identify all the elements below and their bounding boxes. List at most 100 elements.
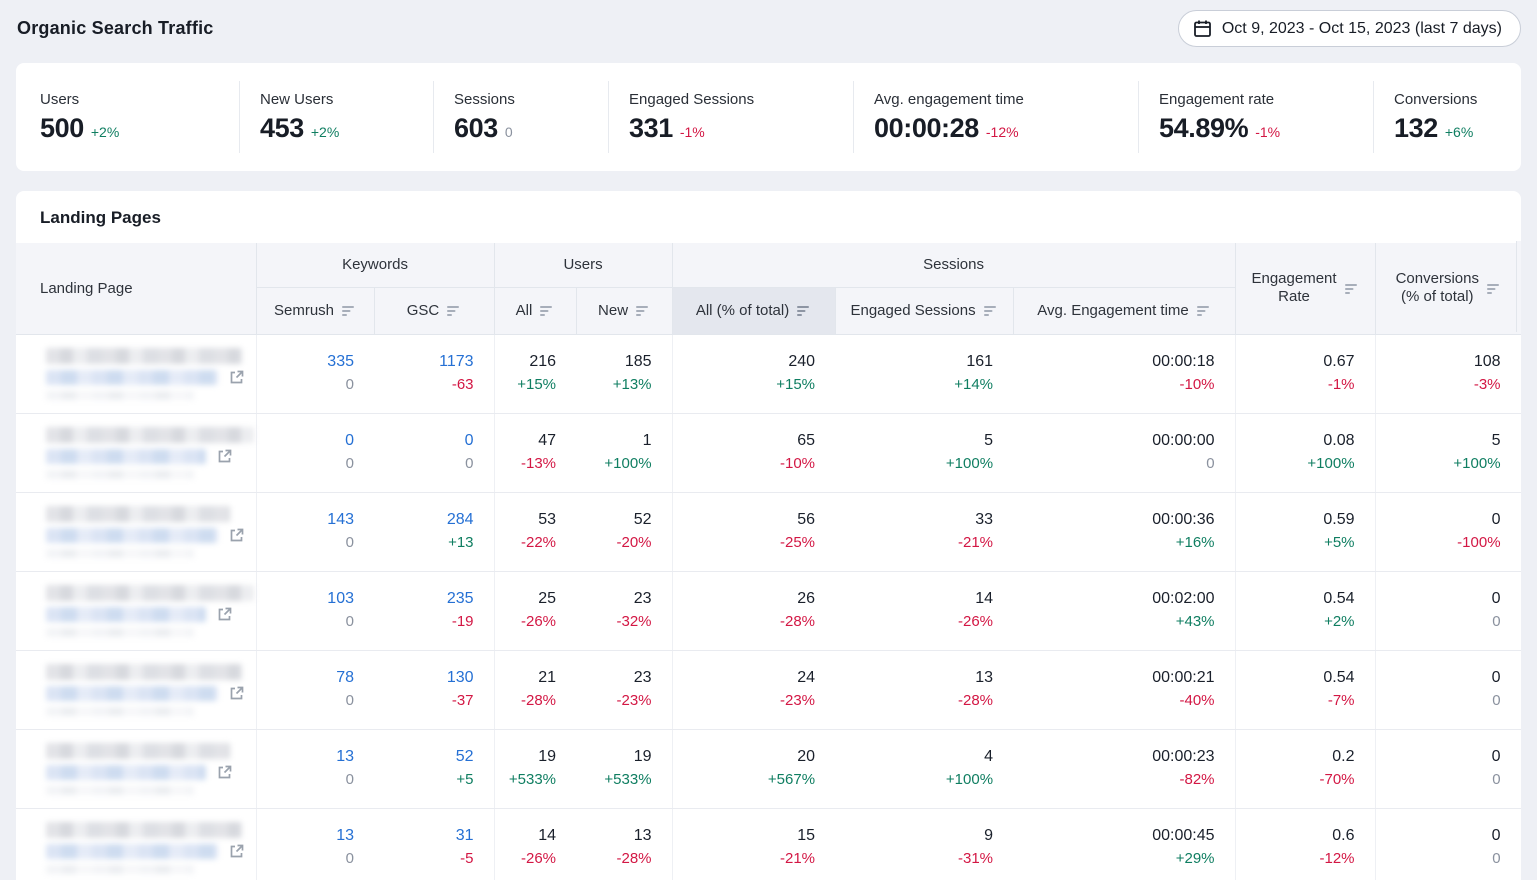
external-link-icon[interactable] (228, 843, 245, 860)
cell-engaged: 13-28% (835, 650, 1013, 729)
cell-value[interactable]: 143 (257, 510, 355, 530)
cell-delta: -63 (374, 375, 474, 395)
cell-value[interactable]: 78 (257, 668, 355, 688)
cell-conversions: 00 (1375, 729, 1521, 808)
cell-semrush[interactable]: 780 (256, 650, 374, 729)
cell-delta: 0 (1376, 612, 1501, 632)
cell-semrush[interactable]: 130 (256, 808, 374, 880)
cell-sessions_all: 240+15% (672, 334, 835, 413)
cell-gsc[interactable]: 284+13 (374, 492, 494, 571)
cell-value[interactable]: 31 (374, 826, 474, 846)
cell-gsc[interactable]: 1173 -63 (374, 334, 494, 413)
blurred-page-url-link[interactable] (46, 607, 206, 622)
col-header-sessions-all[interactable]: All (% of total) (672, 287, 835, 334)
cell-avg_time: 00:00:18-10% (1013, 334, 1235, 413)
sort-icon (1345, 283, 1359, 295)
cell-gsc[interactable]: 235-19 (374, 571, 494, 650)
cell-gsc[interactable]: 31-5 (374, 808, 494, 880)
blurred-page-url-link[interactable] (46, 449, 206, 464)
cell-value: 0 (1376, 589, 1501, 609)
group-header-sessions: Sessions (672, 243, 1235, 287)
cell-delta: -31% (835, 849, 993, 869)
cell-semrush[interactable]: 1430 (256, 492, 374, 571)
kpi-label: Engaged Sessions (629, 91, 853, 108)
cell-delta: 0 (257, 770, 355, 790)
cell-value: 24 (673, 668, 816, 688)
calendar-icon (1193, 19, 1212, 38)
external-link-icon[interactable] (228, 527, 245, 544)
cell-delta: +13 (374, 533, 474, 553)
external-link-icon[interactable] (216, 448, 233, 465)
cell-value[interactable]: 130 (374, 668, 474, 688)
group-header-keywords: Keywords (256, 243, 494, 287)
cell-semrush[interactable]: 00 (256, 413, 374, 492)
cell-delta: -20% (576, 533, 652, 553)
cell-delta: -23% (576, 691, 652, 711)
cell-semrush[interactable]: 3350 (256, 334, 374, 413)
col-header-gsc[interactable]: GSC (374, 287, 494, 334)
date-range-button[interactable]: Oct 9, 2023 - Oct 15, 2023 (last 7 days) (1178, 10, 1521, 47)
cell-value[interactable]: 0 (374, 431, 474, 451)
cell-gsc[interactable]: 52+5 (374, 729, 494, 808)
cell-value: 23 (576, 589, 652, 609)
external-link-icon[interactable] (216, 606, 233, 623)
external-link-icon[interactable] (216, 764, 233, 781)
cell-avg_time: 00:00:000 (1013, 413, 1235, 492)
col-header-engaged-sessions[interactable]: Engaged Sessions (835, 287, 1013, 334)
cell-delta: +2% (1236, 612, 1355, 632)
blurred-page-url-link[interactable] (46, 686, 218, 701)
cell-eng_rate: 0.54-7% (1235, 650, 1375, 729)
cell-semrush[interactable]: 130 (256, 729, 374, 808)
cell-gsc[interactable]: 130-37 (374, 650, 494, 729)
sort-icon (540, 305, 554, 317)
cell-delta: -21% (673, 849, 816, 869)
table-row: 13031-514-26%13-28%15-21%9-31%00:00:45+2… (16, 808, 1521, 880)
kpi-label: Users (40, 91, 239, 108)
cell-value: 108 (1376, 352, 1501, 372)
kpi-delta: -1% (680, 124, 705, 140)
cell-value[interactable]: 1173 (374, 352, 474, 372)
col-header-engagement-rate[interactable]: EngagementRate (1235, 243, 1375, 334)
external-link-icon[interactable] (228, 369, 245, 386)
cell-users_new: 23-23% (576, 650, 672, 729)
cell-users_all: 216+15% (494, 334, 576, 413)
cell-value[interactable]: 13 (257, 747, 355, 767)
cell-users_new: 13-28% (576, 808, 672, 880)
cell-gsc[interactable]: 00 (374, 413, 494, 492)
cell-semrush[interactable]: 1030 (256, 571, 374, 650)
cell-value: 0.2 (1236, 747, 1355, 767)
cell-sessions_all: 15-21% (672, 808, 835, 880)
cell-delta: -12% (1236, 849, 1355, 869)
col-header-users-all[interactable]: All (494, 287, 576, 334)
external-link-icon[interactable] (228, 685, 245, 702)
col-header-users-new[interactable]: New (576, 287, 672, 334)
cell-delta: -26% (495, 849, 557, 869)
blurred-page-url-link[interactable] (46, 528, 218, 543)
col-header-avg-engagement-time[interactable]: Avg. Engagement time (1013, 287, 1235, 334)
col-header-conversions[interactable]: Conversions(% of total) (1375, 243, 1521, 334)
cell-value[interactable]: 335 (257, 352, 355, 372)
cell-delta: -26% (495, 612, 557, 632)
cell-value[interactable]: 0 (257, 431, 355, 451)
cell-sessions_all: 24-23% (672, 650, 835, 729)
cell-value: 216 (495, 352, 557, 372)
cell-value[interactable]: 235 (374, 589, 474, 609)
cell-value[interactable]: 103 (257, 589, 355, 609)
cell-conversions: 00 (1375, 571, 1521, 650)
cell-value[interactable]: 13 (257, 826, 355, 846)
cell-value: 0 (1376, 747, 1501, 767)
cell-value[interactable]: 52 (374, 747, 474, 767)
blurred-page-url-link[interactable] (46, 844, 218, 859)
cell-eng_rate: 0.67-1% (1235, 334, 1375, 413)
cell-value[interactable]: 284 (374, 510, 474, 530)
blurred-page-url-link[interactable] (46, 765, 206, 780)
blurred-page-meta (46, 470, 194, 479)
kpi-delta: +6% (1445, 124, 1473, 140)
table-row: 33501173-63216+15%185+13%240+15%161+14%0… (16, 334, 1521, 413)
blurred-page-url-link[interactable] (46, 370, 218, 385)
cell-conversions: 5+100% (1375, 413, 1521, 492)
cell-users_new: 19+533% (576, 729, 672, 808)
cell-value: 0 (1376, 826, 1501, 846)
cell-delta: -13% (495, 454, 557, 474)
col-header-semrush[interactable]: Semrush (256, 287, 374, 334)
